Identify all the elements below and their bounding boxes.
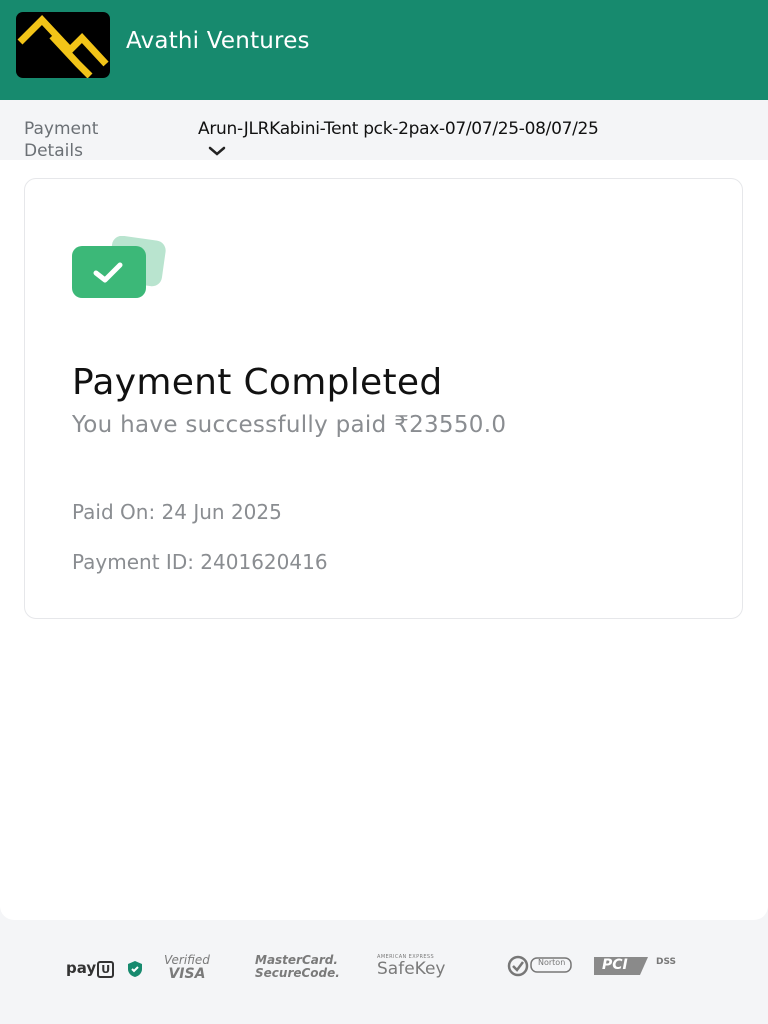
brand-logo xyxy=(16,12,110,78)
payu-logo: pay U xyxy=(66,958,145,990)
paid-on-text: Paid On: 24 Jun 2025 xyxy=(72,500,282,524)
shield-icon xyxy=(128,960,143,977)
payment-status-title: Payment Completed xyxy=(72,362,443,403)
chevron-down-icon[interactable] xyxy=(208,145,226,157)
mastercard-securecode-badge: MasterCard. SecureCode. xyxy=(255,953,340,980)
payment-amount-text: You have successfully paid ₹23550.0 xyxy=(72,412,507,438)
payment-id-text: Payment ID: 2401620416 xyxy=(72,550,328,574)
success-check-icon xyxy=(72,236,166,298)
brand-name: Avathi Ventures xyxy=(126,28,310,54)
pci-dss-badge: PCI DSS xyxy=(592,955,676,987)
norton-secured-badge: Norton xyxy=(507,955,573,987)
app-header: Avathi Ventures xyxy=(0,0,768,100)
payment-select-value[interactable]: Arun-JLRKabini-Tent pck-2pax-07/07/25-08… xyxy=(198,118,748,140)
amex-safekey-badge: AMERICAN EXPRESS SafeKey xyxy=(377,954,446,979)
payment-details-bar: Payment Details Arun-JLRKabini-Tent pck-… xyxy=(0,100,768,161)
verified-by-visa-badge: Verified VISA xyxy=(164,953,210,982)
payment-details-label: Payment Details xyxy=(24,119,99,161)
